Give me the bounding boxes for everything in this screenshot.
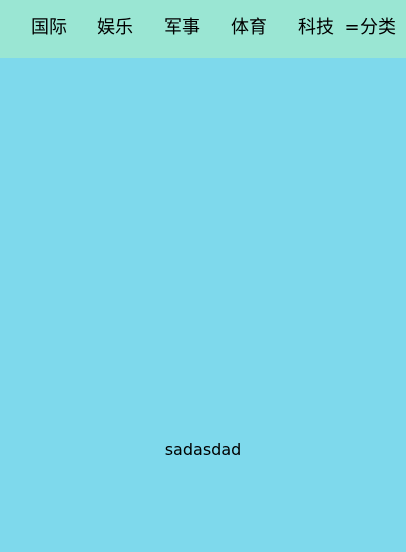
content-text: sadasdad (164, 440, 242, 459)
tab-sports[interactable]: 体育 (231, 15, 267, 41)
top-tab-bar: 国际 娱乐 军事 体育 科技 =分类 (0, 0, 406, 58)
tab-technology[interactable]: 科技 (298, 15, 334, 41)
category-label: 分类 (360, 17, 396, 38)
tab-entertainment[interactable]: 娱乐 (97, 15, 133, 41)
tab-military[interactable]: 军事 (164, 15, 200, 41)
content-panel: sadasdad (0, 58, 406, 552)
category-button[interactable]: =分类 (344, 15, 396, 41)
tab-international[interactable]: 国际 (31, 15, 67, 41)
menu-icon: = (344, 17, 360, 38)
